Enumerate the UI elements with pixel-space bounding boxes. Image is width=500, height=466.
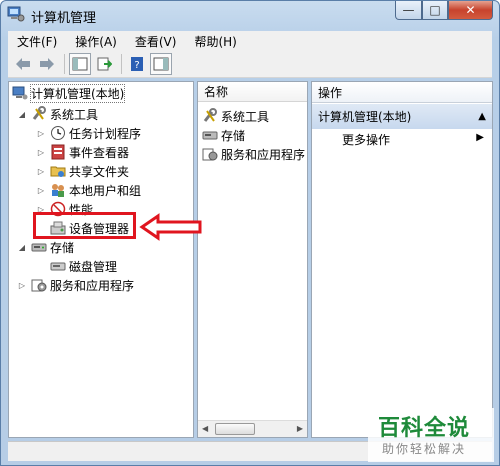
storage-icon [202,127,218,143]
tree-item-disk-management[interactable]: 磁盘管理 [50,256,117,276]
console-tree-pane: 计算机管理(本地) ◢ 系统工具 ▷ 任务计划程序 ▷ 事件查看器 ▷ 共享文件… [8,81,194,438]
tree-item-services-apps[interactable]: ▷ 服务和应用程序 [17,275,134,295]
export-icon [97,57,112,71]
help-button[interactable]: ? [126,53,148,75]
expand-arrow-icon[interactable]: ▷ [17,281,27,290]
minimize-button[interactable]: — [395,1,422,20]
svg-text:?: ? [134,60,139,71]
toolbar: ? [8,51,492,78]
column-header-label: 名称 [204,85,229,99]
disk-icon [50,258,66,274]
clock-icon [50,125,66,141]
tree-label-system-tools: 系统工具 [50,107,99,122]
expand-arrow-icon[interactable]: ▷ [36,186,46,195]
menu-bar: 文件(F) 操作(A) 查看(V) 帮助(H) [8,31,492,51]
horizontal-scrollbar[interactable]: ◀ ▶ [198,420,307,437]
tree-label-storage: 存储 [50,240,75,255]
scroll-right-icon[interactable]: ▶ [297,424,303,433]
tree-item-system-tools[interactable]: ◢ 系统工具 [17,104,98,124]
expand-arrow-icon[interactable]: ▷ [36,148,46,157]
actions-header: 操作 [312,82,492,103]
storage-icon [31,239,47,255]
computer-management-icon [7,6,25,22]
collapse-arrow-icon[interactable]: ◢ [17,243,27,252]
list-item[interactable]: 存储 [202,126,245,144]
watermark-subtitle: 助你轻松解决 [382,442,467,456]
collapse-arrow-icon[interactable]: ◢ [17,110,27,119]
actions-group[interactable]: 计算机管理(本地) ▲ [312,104,492,129]
actions-group-label: 计算机管理(本地) [318,110,412,124]
tree-label-event-viewer: 事件查看器 [69,145,130,160]
action-pane-icon [153,57,169,71]
watermark: 百科全说 助你轻松解决 [368,408,494,462]
actions-pane: 操作 计算机管理(本地) ▲ 更多操作 ▶ [311,81,493,438]
list-item-label: 系统工具 [221,109,270,124]
show-hide-action-pane-button[interactable] [150,53,172,75]
tree-label-task-scheduler: 任务计划程序 [69,126,142,141]
expand-arrow-icon[interactable]: ▷ [36,129,46,138]
tree-label-shared-folders: 共享文件夹 [69,164,130,179]
maximize-button[interactable]: □ [422,1,448,20]
show-hide-tree-button[interactable] [69,53,91,75]
scrollbar-thumb[interactable] [215,423,255,435]
forward-arrow-icon [40,58,54,70]
collapse-up-icon[interactable]: ▲ [478,111,486,122]
tree-label-local-users: 本地用户和组 [69,183,142,198]
actions-header-label: 操作 [318,85,343,100]
scroll-left-icon[interactable]: ◀ [202,424,208,433]
menu-view[interactable]: 查看(V) [126,33,186,50]
export-list-button[interactable] [93,53,115,75]
shared-folder-icon [50,163,66,179]
services-icon [202,146,218,162]
close-button[interactable]: ✕ [448,1,493,20]
more-actions-label: 更多操作 [342,133,391,147]
system-tools-icon [202,108,218,124]
tree-item-shared-folders[interactable]: ▷ 共享文件夹 [36,161,129,181]
maximize-icon: □ [429,3,441,17]
users-icon [50,182,66,198]
console-tree-icon [72,57,88,71]
column-header-name[interactable]: 名称 [198,82,307,102]
minimize-icon: — [402,3,415,17]
submenu-arrow-icon: ▶ [476,132,484,143]
system-tools-icon [31,106,47,122]
watermark-title: 百科全说 [378,416,471,441]
tree-item-local-users[interactable]: ▷ 本地用户和组 [36,180,141,200]
services-icon [31,277,47,293]
results-list-pane: 名称 系统工具 存储 服务和应用程序 ◀ ▶ [197,81,308,438]
title-bar[interactable]: 计算机管理 — □ ✕ [1,1,499,29]
help-book-icon: ? [131,57,143,71]
tree-item-task-scheduler[interactable]: ▷ 任务计划程序 [36,123,141,143]
tree-item-event-viewer[interactable]: ▷ 事件查看器 [36,142,129,162]
expand-arrow-icon[interactable]: ▷ [36,167,46,176]
forward-button[interactable] [36,53,58,75]
toolbar-separator [64,54,65,74]
tree-item-storage[interactable]: ◢ 存储 [17,237,74,257]
red-arrow-icon [139,213,202,241]
menu-file[interactable]: 文件(F) [8,33,66,50]
list-item[interactable]: 系统工具 [202,107,269,125]
toolbar-separator [121,54,122,74]
back-button[interactable] [12,53,34,75]
list-item-label: 服务和应用程序 [221,147,306,162]
more-actions-item[interactable]: 更多操作 [342,131,390,148]
computer-icon [12,85,28,101]
window-title: 计算机管理 [31,11,97,26]
tree-item-root[interactable]: 计算机管理(本地) [12,83,126,103]
menu-action[interactable]: 操作(A) [66,33,126,50]
back-arrow-icon [16,58,30,70]
highlight-box [33,212,136,239]
menu-help[interactable]: 帮助(H) [185,33,245,50]
event-viewer-icon [50,144,66,160]
tree-label-disk-management: 磁盘管理 [69,259,118,274]
tree-label-root: 计算机管理(本地) [29,83,126,103]
tree-label-services-apps: 服务和应用程序 [50,278,135,293]
list-item[interactable]: 服务和应用程序 [202,145,305,163]
list-item-label: 存储 [221,128,246,143]
close-icon: ✕ [465,3,476,17]
